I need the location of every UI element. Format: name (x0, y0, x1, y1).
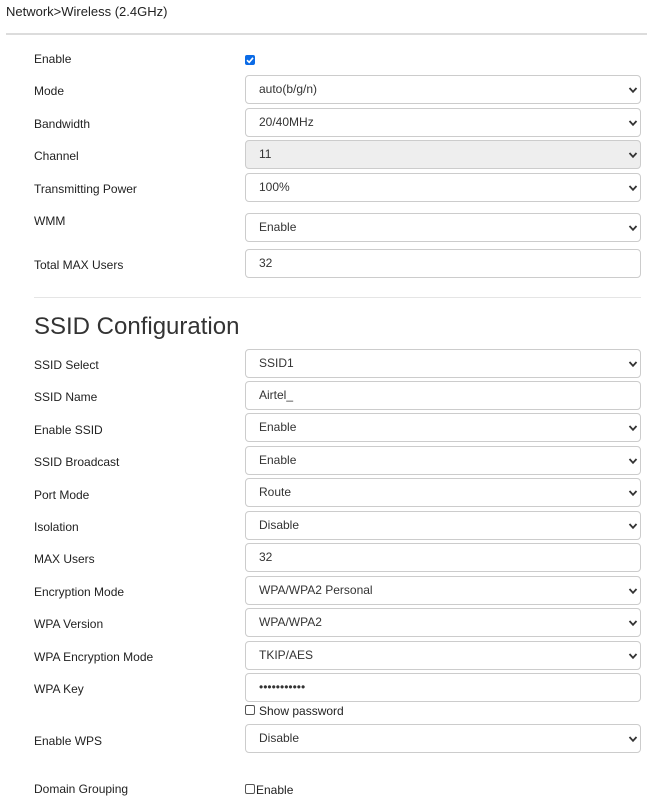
total-max-users-input[interactable]: 32 (245, 249, 641, 278)
chevron-down-icon (628, 456, 638, 466)
port-mode-label: Port Mode (34, 488, 90, 502)
encryption-mode-select[interactable]: WPA/WPA2 Personal (245, 576, 641, 605)
isolation-label: Isolation (34, 520, 79, 534)
ssid-name-value: Airtel_ (259, 388, 294, 402)
enable-checkbox[interactable] (245, 55, 255, 65)
bandwidth-select[interactable]: 20/40MHz (245, 108, 641, 137)
section-divider (34, 297, 641, 298)
ssid-select-value: SSID1 (259, 356, 294, 370)
enable-ssid-value: Enable (259, 420, 297, 434)
ssid-name-input[interactable]: Airtel_ (245, 381, 641, 410)
wpa-key-value: ••••••••••• (259, 680, 306, 694)
ssid-select-label: SSID Select (34, 358, 99, 372)
chevron-down-icon (628, 618, 638, 628)
show-password-label: Show password (259, 704, 344, 718)
total-max-users-value: 32 (259, 256, 273, 270)
channel-select: 11 (245, 140, 641, 169)
channel-value: 11 (259, 147, 272, 161)
enable-wps-select[interactable]: Disable (245, 724, 641, 753)
wpa-encryption-mode-select[interactable]: TKIP/AES (245, 641, 641, 670)
bandwidth-value: 20/40MHz (259, 115, 314, 129)
chevron-down-icon (628, 85, 638, 95)
wmm-select[interactable]: Enable (245, 213, 641, 242)
max-users-value: 32 (259, 550, 273, 564)
ssid-broadcast-select[interactable]: Enable (245, 446, 641, 475)
ssid-broadcast-label: SSID Broadcast (34, 455, 120, 469)
ssid-broadcast-value: Enable (259, 453, 297, 467)
chevron-down-icon (628, 183, 638, 193)
enable-wps-label: Enable WPS (34, 734, 103, 748)
show-password-checkbox[interactable] (245, 705, 255, 715)
chevron-down-icon (628, 488, 638, 498)
wpa-key-input[interactable]: ••••••••••• (245, 673, 641, 702)
checkmark-icon (246, 57, 254, 64)
domain-grouping-enable-label: Enable (256, 783, 294, 797)
encryption-mode-label: Encryption Mode (34, 585, 125, 599)
encryption-mode-value: WPA/WPA2 Personal (259, 583, 373, 597)
chevron-down-icon (628, 150, 638, 160)
ssid-select[interactable]: SSID1 (245, 349, 641, 378)
total-max-users-label: Total MAX Users (34, 258, 124, 272)
enable-ssid-label: Enable SSID (34, 423, 103, 437)
enable-ssid-select[interactable]: Enable (245, 413, 641, 442)
wpa-key-label: WPA Key (34, 682, 84, 696)
enable-wps-value: Disable (259, 731, 300, 745)
enable-label: Enable (34, 52, 72, 66)
chevron-down-icon (628, 734, 638, 744)
wmm-label: WMM (34, 214, 66, 228)
max-users-input[interactable]: 32 (245, 543, 641, 572)
chevron-down-icon (628, 521, 638, 531)
transmitting-power-select[interactable]: 100% (245, 173, 641, 202)
ssid-name-label: SSID Name (34, 390, 98, 404)
mode-select[interactable]: auto(b/g/n) (245, 75, 641, 104)
domain-grouping-checkbox[interactable] (245, 784, 255, 794)
chevron-down-icon (628, 223, 638, 233)
chevron-down-icon (628, 359, 638, 369)
port-mode-value: Route (259, 485, 292, 499)
bandwidth-label: Bandwidth (34, 117, 91, 131)
isolation-value: Disable (259, 518, 300, 532)
mode-label: Mode (34, 84, 65, 98)
ssid-section-title: SSID Configuration (34, 313, 240, 340)
transmitting-power-value: 100% (259, 180, 290, 194)
chevron-down-icon (628, 586, 638, 596)
chevron-down-icon (628, 651, 638, 661)
wmm-value: Enable (259, 220, 297, 234)
wpa-version-value: WPA/WPA2 (259, 615, 322, 629)
mode-value: auto(b/g/n) (259, 82, 318, 96)
wpa-encryption-mode-value: TKIP/AES (259, 648, 314, 662)
chevron-down-icon (628, 118, 638, 128)
isolation-select[interactable]: Disable (245, 511, 641, 540)
wpa-version-label: WPA Version (34, 617, 104, 631)
max-users-label: MAX Users (34, 552, 95, 566)
breadcrumb: Network>Wireless (2.4GHz) (6, 4, 168, 19)
transmitting-power-label: Transmitting Power (34, 182, 137, 196)
port-mode-select[interactable]: Route (245, 478, 641, 507)
header-divider (6, 33, 647, 35)
wpa-version-select[interactable]: WPA/WPA2 (245, 608, 641, 637)
channel-label: Channel (34, 149, 79, 163)
domain-grouping-label: Domain Grouping (34, 782, 129, 796)
chevron-down-icon (628, 423, 638, 433)
wpa-encryption-mode-label: WPA Encryption Mode (34, 650, 154, 664)
